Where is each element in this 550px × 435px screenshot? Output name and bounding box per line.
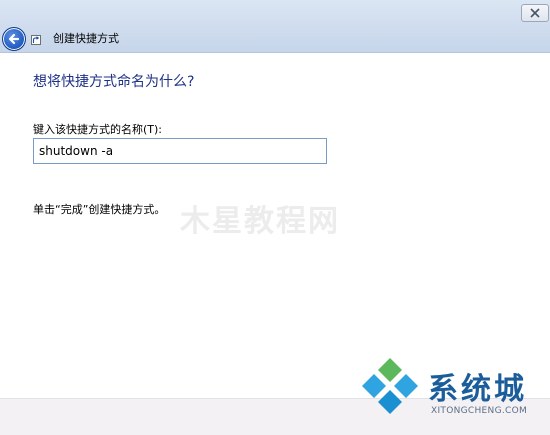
shortcut-name-input[interactable] (33, 138, 327, 164)
title-bar: 创建快捷方式 (0, 0, 550, 53)
window-title: 创建快捷方式 (53, 32, 119, 45)
name-field-label: 键入该快捷方式的名称(T): (33, 123, 163, 136)
finish-hint: 单击“完成”创建快捷方式。 (33, 203, 166, 216)
close-button[interactable] (521, 4, 549, 22)
logo-url: XITONGCHENG.COM (431, 406, 528, 416)
logo-text: 系统城 (428, 372, 527, 407)
close-icon (530, 8, 540, 18)
back-button[interactable] (2, 27, 26, 51)
back-arrow-icon (8, 33, 20, 45)
shortcut-arrow-icon (31, 35, 41, 45)
page-heading: 想将快捷方式命名为什么? (33, 74, 195, 90)
watermark-text: 木星教程网 (180, 204, 340, 239)
diamond-logo-icon (362, 358, 418, 414)
